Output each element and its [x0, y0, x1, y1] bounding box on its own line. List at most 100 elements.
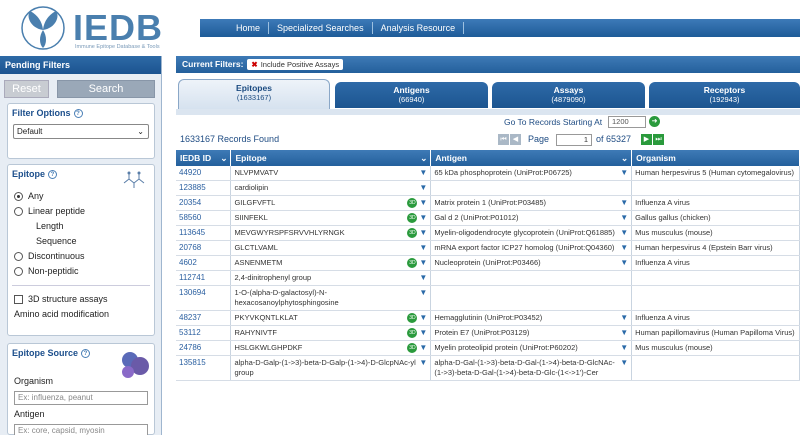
filter-icon[interactable]: ▼	[620, 198, 628, 208]
3d-structure-icon[interactable]: 3D	[407, 343, 418, 353]
filter-icon[interactable]: ▼	[620, 243, 628, 253]
tab-assays[interactable]: Assays (4879090)	[492, 82, 645, 108]
checkbox[interactable]	[14, 295, 23, 305]
organism-input[interactable]: Ex: influenza, peanut	[14, 391, 148, 406]
iedb-id-link[interactable]: 123885	[176, 180, 232, 196]
col-organism[interactable]: Organism	[631, 150, 800, 166]
filter-icon[interactable]: ▼	[419, 213, 427, 223]
3d-structure-icon[interactable]: 3D	[407, 198, 418, 208]
nav-specialized-searches[interactable]: Specialized Searches	[269, 22, 373, 34]
filter-icon[interactable]: ▼	[620, 313, 628, 323]
table-row[interactable]: 24786 ▼ 3D HSLGKWLGHPDKF ▼ Myelin proteolipid…	[176, 340, 800, 356]
iedb-id-link[interactable]: 135815	[176, 355, 232, 381]
filter-icon[interactable]: ▼	[419, 168, 427, 178]
chevron-down-icon[interactable]: ⌄	[420, 153, 427, 164]
filter-icon[interactable]: ▼	[620, 358, 628, 368]
radio[interactable]	[14, 267, 23, 277]
go-button[interactable]: ➜	[649, 116, 660, 127]
tab-antigens[interactable]: Antigens (66940)	[335, 82, 488, 108]
filter-icon[interactable]: ▼	[620, 228, 628, 238]
filter-icon[interactable]: ▼	[620, 258, 628, 268]
chevron-down-icon[interactable]: ⌄	[621, 153, 628, 164]
col-antigen[interactable]: Antigen ⌄	[430, 150, 633, 166]
filter-options-select[interactable]: Default ⌄	[13, 124, 149, 140]
col-iedb-id[interactable]: IEDB ID ⌄	[176, 150, 232, 166]
first-page-button[interactable]: ⏮	[498, 134, 509, 146]
filter-icon[interactable]: ▼	[419, 198, 427, 208]
iedb-id-link[interactable]: 53112	[176, 325, 232, 341]
epitope-length-option[interactable]: Length	[8, 219, 154, 234]
filter-icon[interactable]: ▼	[419, 358, 427, 368]
last-page-button[interactable]: ⏭	[653, 134, 664, 146]
tab-receptors[interactable]: Receptors (192943)	[649, 82, 800, 108]
close-icon[interactable]: ✖	[251, 60, 257, 69]
epitope-discontinuous-radio[interactable]: Discontinuous	[8, 249, 154, 264]
nav-home[interactable]: Home	[228, 22, 270, 34]
chevron-down-icon[interactable]: ⌄	[220, 153, 227, 164]
help-icon[interactable]: ?	[48, 170, 57, 180]
filter-icon[interactable]: ▼	[419, 258, 427, 268]
antigen-input[interactable]: Ex: core, capsid, myosin	[14, 424, 148, 435]
iedb-id-link[interactable]: 58560	[176, 210, 232, 226]
help-icon[interactable]: ?	[73, 109, 83, 119]
iedb-id-link[interactable]: 24786	[176, 340, 232, 356]
table-row[interactable]: 53112 ▼ 3D RAHYNIVTF ▼ Protein E7 (UniProt:P0…	[176, 325, 800, 341]
iedb-id-link[interactable]: 48237	[176, 310, 232, 326]
radio[interactable]	[14, 252, 23, 262]
filter-icon[interactable]: ▼	[620, 328, 628, 338]
3d-structure-icon[interactable]: 3D	[407, 258, 418, 268]
3d-structure-icon[interactable]: 3D	[407, 328, 418, 338]
table-row[interactable]: 20354 ▼ 3D GILGFVFTL ▼ Matrix protein 1 (UniP…	[176, 195, 800, 211]
filter-chip[interactable]: ✖ Include Positive Assays	[247, 59, 344, 70]
help-icon[interactable]: ?	[81, 349, 91, 359]
structure-checkbox[interactable]: 3D structure assays	[8, 292, 154, 307]
iedb-id-link[interactable]: 44920	[176, 166, 232, 181]
iedb-id-link[interactable]: 4602	[176, 255, 232, 271]
nav-analysis-resource[interactable]: Analysis Resource	[373, 22, 465, 34]
table-row[interactable]: 20768 ▼ GLCTLVAML ▼ mRNA export factor ICP27…	[176, 240, 800, 256]
filter-icon[interactable]: ▼	[620, 213, 628, 223]
goto-input[interactable]: 1200	[608, 116, 646, 128]
filter-icon[interactable]: ▼	[419, 328, 427, 338]
col-epitope[interactable]: Epitope ⌄	[230, 150, 432, 166]
tab-epitopes[interactable]: Epitopes (1633167)	[178, 79, 330, 109]
3d-structure-icon[interactable]: 3D	[407, 313, 418, 323]
prev-page-button[interactable]: ◀	[510, 134, 521, 146]
epitope-nonpeptidic-radio[interactable]: Non-peptidic	[8, 264, 154, 279]
filter-icon[interactable]: ▼	[419, 228, 427, 238]
radio-selected[interactable]	[14, 192, 23, 202]
radio[interactable]	[14, 207, 23, 217]
epitope-linear-radio[interactable]: Linear peptide	[8, 204, 154, 219]
iedb-id-link[interactable]: 130694	[176, 285, 232, 311]
3d-structure-icon[interactable]: 3D	[407, 213, 418, 223]
filter-icon[interactable]: ▼	[419, 343, 427, 353]
3d-structure-icon[interactable]: 3D	[407, 228, 418, 238]
iedb-id-link[interactable]: 20768	[176, 240, 232, 256]
reset-button[interactable]: Reset	[4, 80, 49, 98]
table-row[interactable]: 135815 ▼ alpha-D-Galp-(1->3)-beta-D-Galp-(…	[176, 355, 800, 381]
amino-acid-modification[interactable]: Amino acid modification	[8, 307, 154, 322]
table-row[interactable]: 48237 ▼ 3D PKYVKQNTLKLAT ▼ Hemagglutinin (Uni…	[176, 310, 800, 326]
iedb-id-link[interactable]: 20354	[176, 195, 232, 211]
epitope-sequence-option[interactable]: Sequence	[8, 234, 154, 249]
iedb-id-link[interactable]: 113645	[176, 225, 232, 241]
filter-icon[interactable]: ▼	[419, 243, 427, 253]
page-input[interactable]: 1	[556, 134, 592, 146]
table-row[interactable]: 112741 ▼ 2,4-dinitrophenyl group	[176, 270, 800, 286]
table-row[interactable]: 4602 ▼ 3D ASNENMETM ▼ Nucleoprotein (UniProt:…	[176, 255, 800, 271]
table-row[interactable]: 130694 ▼ 1-O-(alpha-D-galactosyl)-N-hexaco…	[176, 285, 800, 311]
filter-icon[interactable]: ▼	[419, 288, 427, 298]
table-row[interactable]: 44920 ▼ NLVPMVATV ▼ 65 kDa phosphoprotein (U…	[176, 166, 800, 181]
filter-icon[interactable]: ▼	[620, 343, 628, 353]
filter-icon[interactable]: ▼	[419, 183, 427, 193]
next-page-button[interactable]: ▶	[641, 134, 652, 146]
search-button[interactable]: Search	[57, 80, 155, 98]
iedb-logo[interactable]: IEDB Immune Epitope Database & Tools	[0, 0, 172, 55]
filter-icon[interactable]: ▼	[620, 168, 628, 178]
table-row[interactable]: 113645 ▼ 3D MEVGWYRSPFSRVVHLYRNGK ▼ Myelin-ol…	[176, 225, 800, 241]
table-row[interactable]: 58560 ▼ 3D SIINFEKL ▼ Gal d 2 (UniProt:P01012…	[176, 210, 800, 226]
filter-icon[interactable]: ▼	[419, 273, 427, 283]
iedb-id-link[interactable]: 112741	[176, 270, 232, 286]
table-row[interactable]: 123885 ▼ cardiolipin	[176, 180, 800, 196]
filter-icon[interactable]: ▼	[419, 313, 427, 323]
